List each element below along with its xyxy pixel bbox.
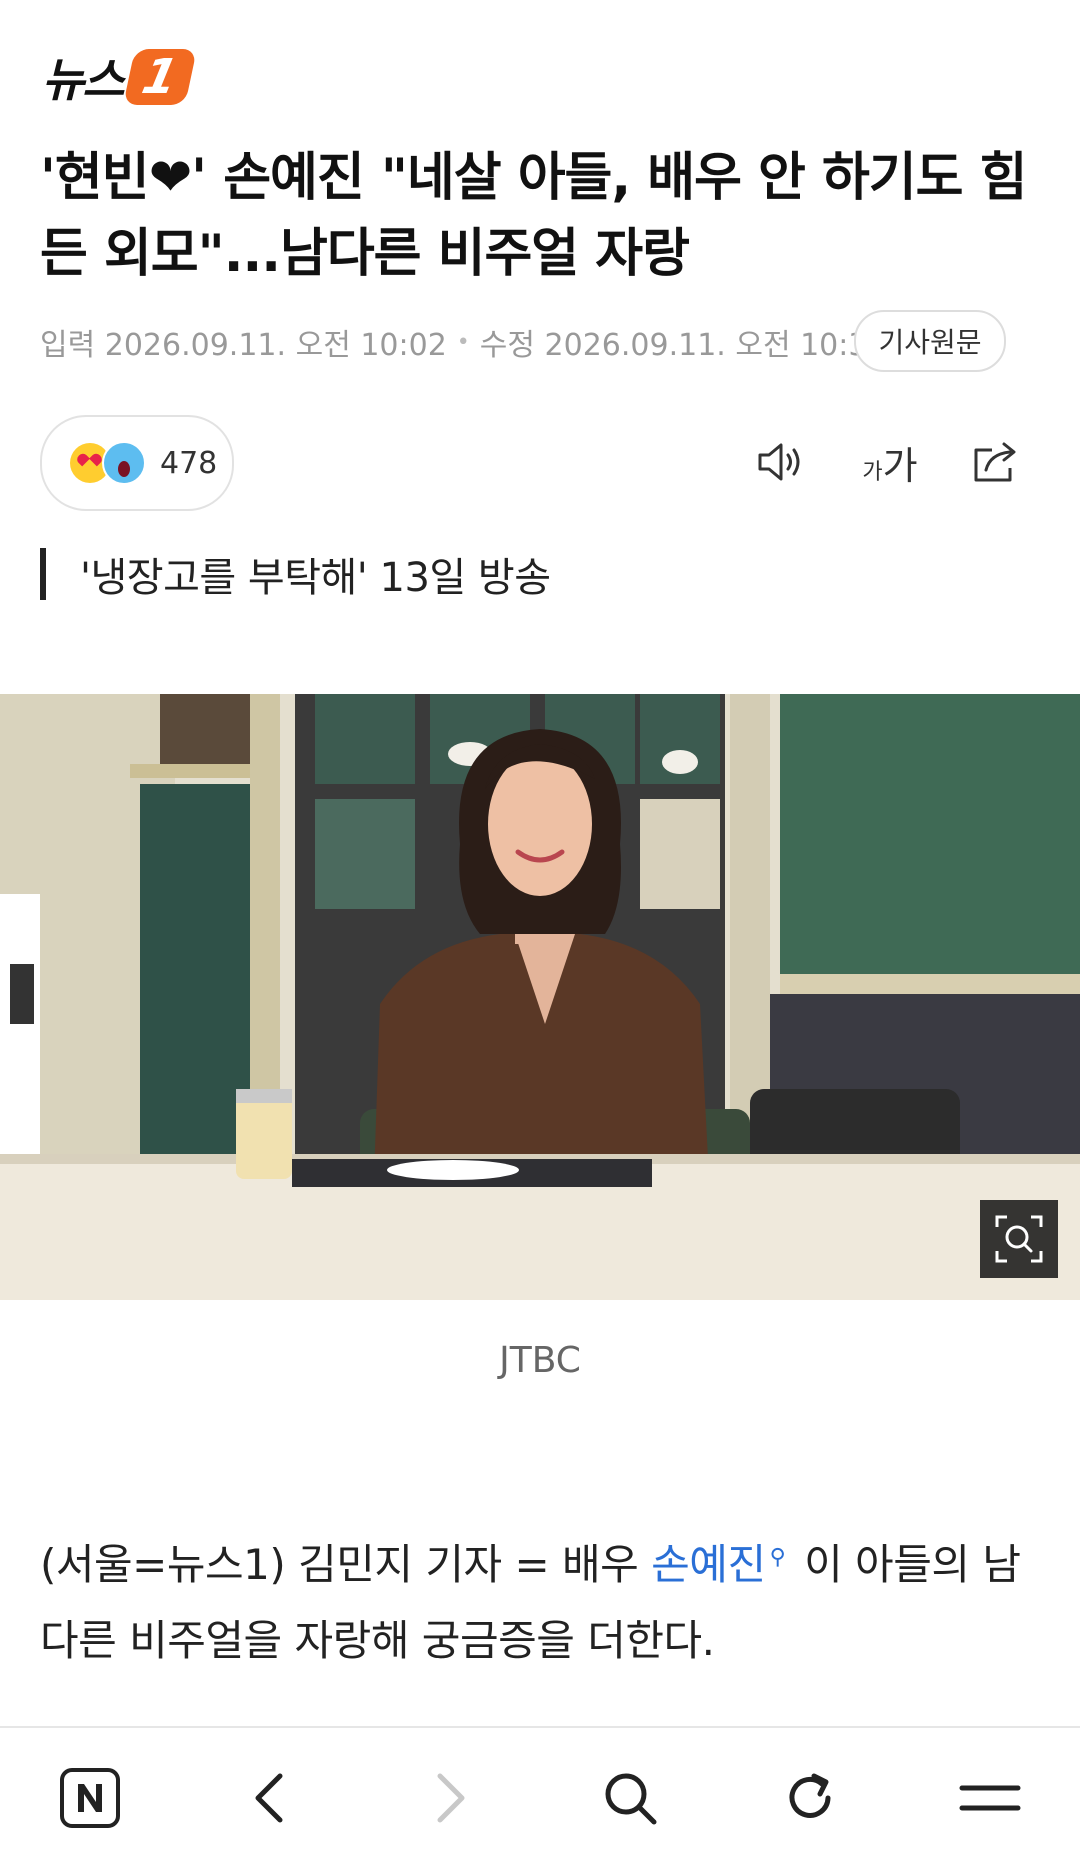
article-photo[interactable] bbox=[0, 694, 1080, 1300]
search-button[interactable] bbox=[590, 1758, 670, 1838]
zoom-search-icon bbox=[995, 1215, 1043, 1263]
back-arrow-icon bbox=[255, 1773, 283, 1823]
body-prefix: (서울=뉴스1) 김민지 기자 = 배우 bbox=[40, 1540, 652, 1589]
person-link[interactable]: 손예진 ⚲ bbox=[651, 1540, 791, 1589]
font-size-button[interactable]: 가가 bbox=[855, 430, 925, 494]
surprised-emoji-icon bbox=[102, 441, 146, 485]
naver-home-button[interactable] bbox=[50, 1758, 130, 1838]
photo-caption: JTBC bbox=[499, 1340, 581, 1381]
browser-bottom-bar bbox=[0, 1726, 1080, 1858]
article-body: (서울=뉴스1) 김민지 기자 = 배우 손예진 ⚲ 이 아들의 남다른 비주얼을… bbox=[40, 1520, 1050, 1679]
person-search-icon: ⚲ bbox=[769, 1545, 786, 1570]
input-time: 2026.09.11. 오전 10:02 bbox=[104, 328, 447, 363]
logo-badge: 1 bbox=[122, 49, 197, 105]
logo-text: 뉴스 bbox=[42, 53, 125, 107]
share-button[interactable] bbox=[966, 430, 1026, 494]
input-label: 입력 bbox=[40, 328, 96, 363]
naver-n-icon bbox=[60, 1768, 120, 1828]
back-button[interactable] bbox=[230, 1758, 310, 1838]
share-icon bbox=[974, 442, 1016, 482]
search-icon bbox=[605, 1773, 657, 1825]
person-name: 손예진 bbox=[651, 1540, 766, 1589]
refresh-button[interactable] bbox=[770, 1758, 850, 1838]
speaker-icon bbox=[758, 443, 800, 481]
reaction-count: 478 bbox=[160, 445, 218, 481]
font-size-small-label: 가 bbox=[862, 459, 883, 485]
article-subtitle: '냉장고를 부탁해' 13일 방송 bbox=[40, 548, 551, 601]
photo-zoom-button[interactable] bbox=[980, 1200, 1058, 1278]
article-headline: '현빈❤' 손예진 "네살 아들, 배우 안 하기도 힘든 외모"...남다른 … bbox=[40, 148, 1027, 284]
speaker-button[interactable] bbox=[752, 430, 812, 494]
menu-icon bbox=[959, 1785, 1021, 1811]
original-article-button[interactable]: 기사원문 bbox=[854, 310, 1006, 372]
menu-button[interactable] bbox=[950, 1758, 1030, 1838]
news1-logo[interactable]: 뉴스 1 bbox=[42, 46, 197, 108]
studio-scene-illustration bbox=[0, 694, 1080, 1300]
forward-arrow-icon bbox=[437, 1773, 465, 1823]
refresh-icon bbox=[789, 1773, 831, 1818]
font-size-large-label: 가 bbox=[882, 443, 918, 488]
edit-time: 2026.09.11. 오전 10:34 bbox=[544, 328, 887, 363]
forward-button[interactable] bbox=[410, 1758, 490, 1838]
edit-label: 수정 bbox=[479, 328, 535, 363]
reaction-button[interactable]: 478 bbox=[40, 415, 234, 511]
meta-separator: • bbox=[456, 329, 470, 355]
article-meta: 입력 2026.09.11. 오전 10:02 • 수정 2026.09.11.… bbox=[40, 318, 887, 366]
font-size-icon: 가가 bbox=[862, 435, 917, 490]
